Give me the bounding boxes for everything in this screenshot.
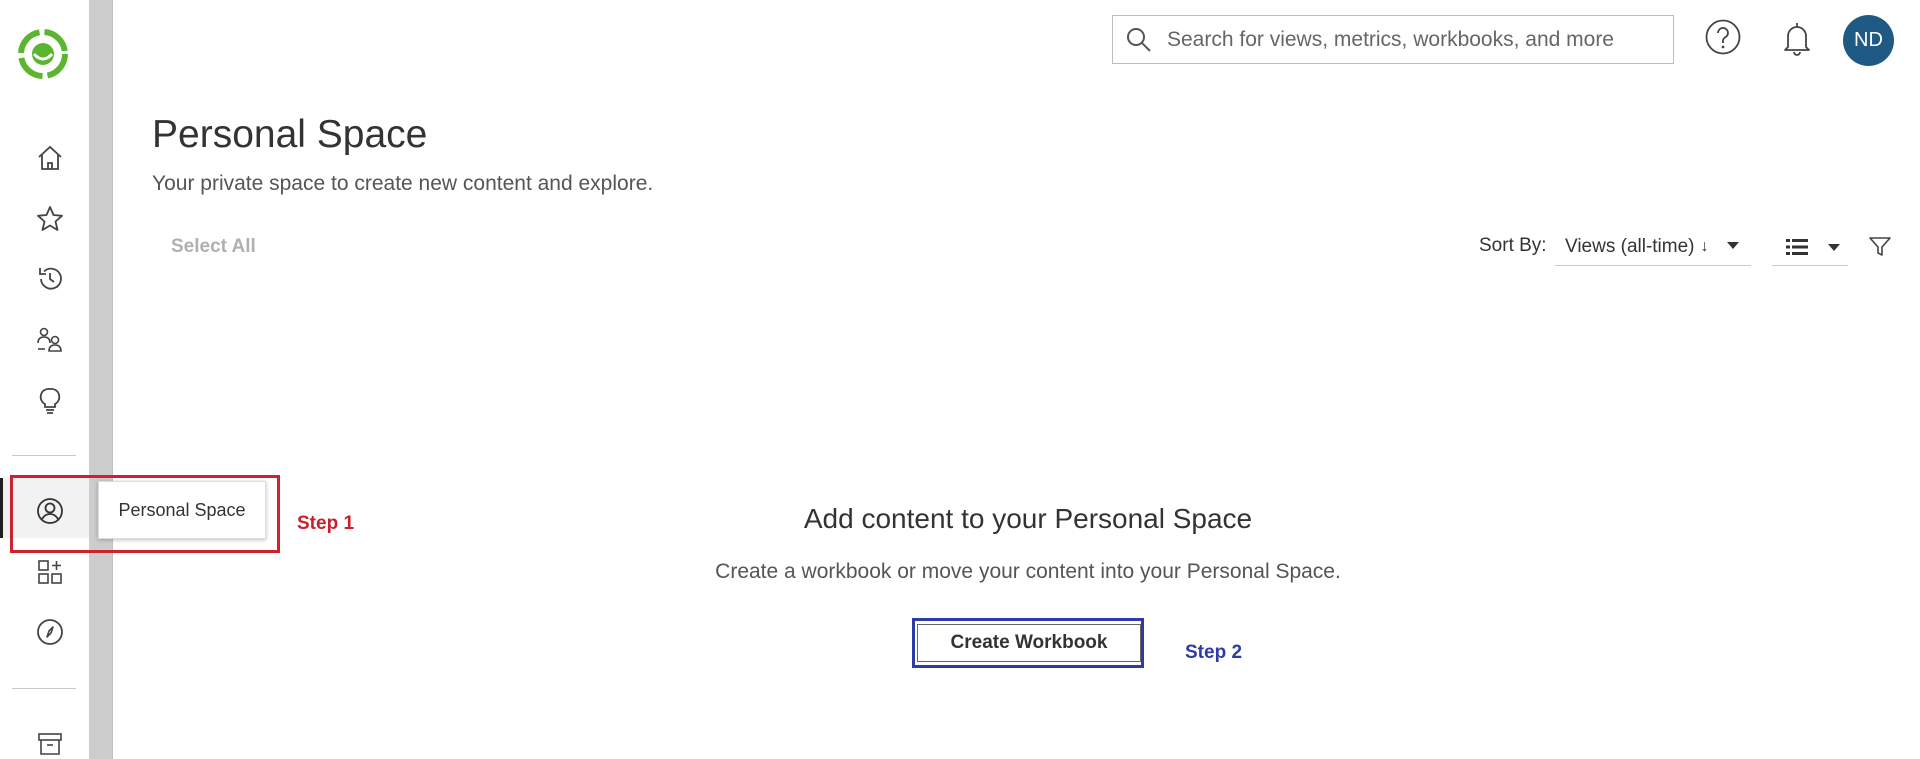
- archive-icon[interactable]: [30, 723, 70, 759]
- star-icon[interactable]: [30, 199, 70, 239]
- view-mode-dropdown[interactable]: [1772, 228, 1848, 266]
- compass-icon[interactable]: [30, 612, 70, 652]
- sort-value: Views (all-time): [1565, 235, 1695, 257]
- page-subtitle: Your private space to create new content…: [152, 172, 654, 195]
- create-workbook-button[interactable]: Create Workbook: [917, 624, 1141, 662]
- home-icon[interactable]: [30, 138, 70, 178]
- chevron-down-icon: [1727, 242, 1739, 249]
- empty-state-title: Add content to your Personal Space: [803, 503, 1253, 534]
- search-input[interactable]: [1167, 27, 1647, 52]
- left-nav-rail: [0, 0, 89, 759]
- bell-icon[interactable]: [1778, 18, 1816, 58]
- search-icon: [1127, 27, 1151, 52]
- sort-label: Sort By:: [1479, 235, 1547, 256]
- nav-divider: [12, 455, 76, 456]
- collaboration-icon[interactable]: [30, 320, 70, 360]
- history-icon[interactable]: [30, 259, 70, 299]
- select-all-button[interactable]: Select All: [171, 236, 256, 258]
- help-icon[interactable]: [1704, 18, 1742, 56]
- empty-state-description: Create a workbook or move your content i…: [715, 560, 1341, 583]
- page-title: Personal Space: [152, 113, 428, 156]
- nav-divider: [12, 688, 76, 689]
- step2-annotation: Step 2: [1185, 642, 1243, 663]
- app-logo-icon[interactable]: [17, 28, 69, 80]
- user-avatar[interactable]: ND: [1843, 15, 1894, 66]
- sort-direction-icon: ↓: [1700, 237, 1709, 255]
- search-box[interactable]: [1112, 15, 1674, 64]
- list-view-icon: [1786, 239, 1808, 255]
- sort-dropdown[interactable]: Views (all-time) ↓: [1555, 228, 1751, 266]
- lightbulb-icon[interactable]: [30, 381, 70, 421]
- sidebar-scrollbar[interactable]: [89, 0, 113, 759]
- filter-icon[interactable]: [1868, 234, 1892, 258]
- chevron-down-icon: [1828, 244, 1840, 251]
